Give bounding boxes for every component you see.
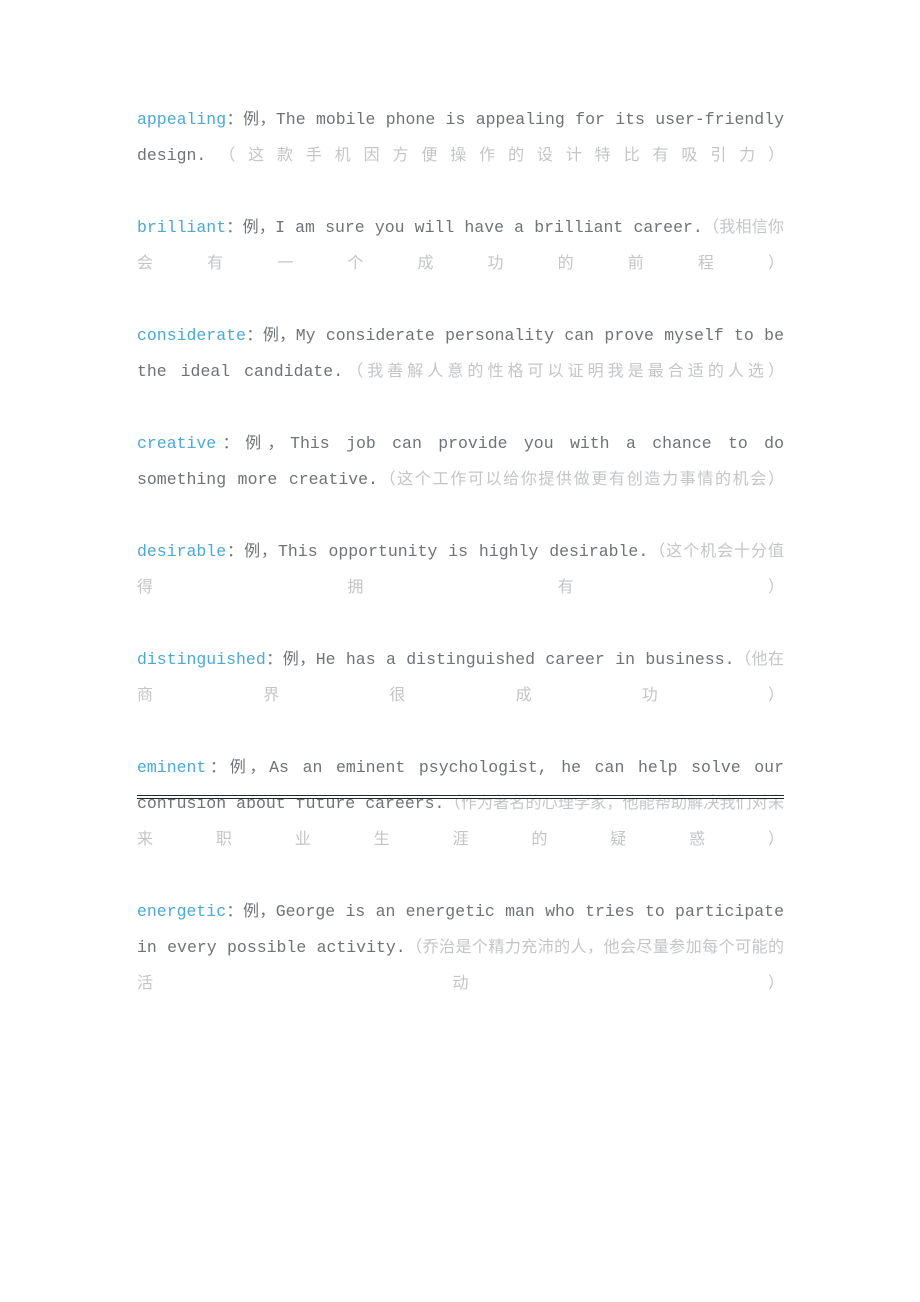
entry-translation-chinese: （我善解人意的性格可以证明我是最合适的人选） (343, 363, 784, 380)
entry-separator: ： (226, 543, 245, 560)
entry-headword: distinguished (137, 650, 266, 669)
entry-example-marker: 例， (262, 327, 296, 344)
glossary-entry: desirable：例，This opportunity is highly d… (137, 534, 784, 642)
entry-translation-chinese: （这款手机因方便操作的设计特比有吸引力） (206, 147, 784, 164)
horizontal-rule (137, 795, 784, 799)
glossary-list: appealing：例，The mobile phone is appealin… (137, 102, 784, 1038)
entry-headword: eminent (137, 758, 207, 777)
entry-headword: considerate (137, 326, 246, 345)
entry-headword: energetic (137, 902, 227, 921)
entry-separator: ： (206, 759, 230, 776)
glossary-entry: energetic：例，George is an energetic man w… (137, 894, 784, 1038)
entry-example-marker: 例， (242, 903, 276, 920)
entry-example-marker: 例， (282, 651, 316, 668)
entry-separator: ： (245, 327, 263, 344)
entry-headword: brilliant (137, 218, 227, 237)
glossary-entry: eminent：例，As an eminent psychologist, he… (137, 750, 784, 894)
entry-separator: ： (226, 219, 243, 236)
entry-headword: desirable (137, 542, 227, 561)
entry-example-marker: 例， (245, 435, 291, 452)
entry-example-english: I am sure you will have a brilliant care… (275, 218, 703, 237)
entry-headword: creative (137, 434, 217, 453)
entry-example-marker: 例， (242, 219, 276, 236)
entry-example-english: He has a distinguished career in busines… (315, 650, 735, 669)
glossary-entry: considerate：例，My considerate personality… (137, 318, 784, 426)
entry-separator: ： (226, 903, 243, 920)
glossary-entry: distinguished：例，He has a distinguished c… (137, 642, 784, 750)
glossary-entry: brilliant：例，I am sure you will have a br… (137, 210, 784, 318)
glossary-entry: creative：例，This job can provide you with… (137, 426, 784, 534)
entry-separator: ： (216, 435, 246, 452)
entry-example-english: This opportunity is highly desirable. (278, 542, 649, 561)
glossary-entry: appealing：例，The mobile phone is appealin… (137, 102, 784, 210)
entry-separator: ： (226, 111, 244, 128)
entry-example-marker: 例， (244, 543, 278, 560)
document-page: appealing：例，The mobile phone is appealin… (0, 0, 920, 1302)
entry-separator: ： (265, 651, 283, 668)
entry-translation-chinese: （这个工作可以给你提供做更有创造力事情的机会） (377, 471, 784, 488)
entry-example-marker: 例， (229, 759, 270, 776)
entry-example-marker: 例， (243, 111, 276, 128)
entry-headword: appealing (137, 110, 227, 129)
